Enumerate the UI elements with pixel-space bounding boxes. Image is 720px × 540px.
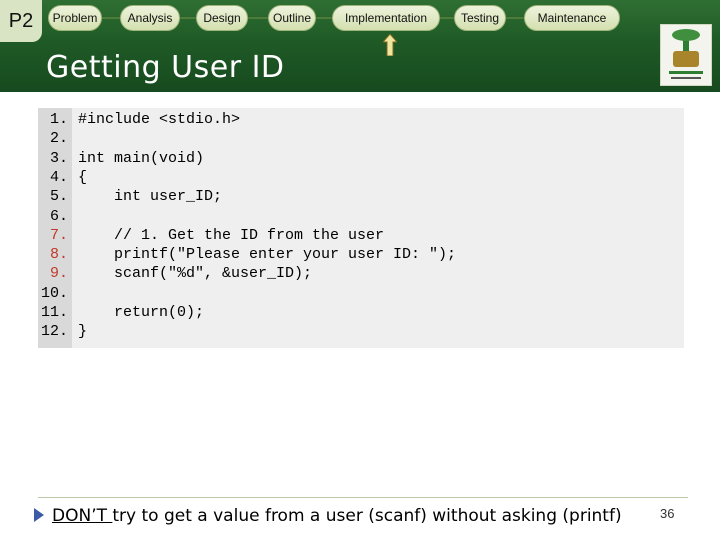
note-text: try to get a value from a user (scanf) w… bbox=[112, 506, 622, 526]
nav-outline[interactable]: Outline bbox=[268, 5, 316, 31]
code-text: int main(void) bbox=[78, 149, 205, 167]
line-number: 2. bbox=[49, 130, 68, 148]
line-number: 1. bbox=[49, 111, 68, 128]
slide-title: Getting User ID bbox=[46, 50, 285, 85]
nav-problem[interactable]: Problem bbox=[48, 5, 102, 31]
code-line: 12.} bbox=[38, 322, 87, 341]
bullet-arrow-icon bbox=[34, 508, 44, 522]
code-text: scanf("%d", &user_ID); bbox=[78, 265, 313, 283]
code-line: 1. #include <stdio.h> bbox=[38, 110, 240, 129]
code-text: int user_ID; bbox=[78, 188, 223, 206]
code-text: #include <stdio.h> bbox=[78, 111, 241, 128]
code-text: { bbox=[78, 168, 88, 186]
line-number: 9. bbox=[49, 265, 68, 283]
note-emphasis: DON’T bbox=[52, 506, 113, 526]
up-arrow-icon bbox=[383, 34, 397, 56]
line-number: 7. bbox=[49, 226, 68, 244]
nav-maintenance[interactable]: Maintenance bbox=[524, 5, 620, 31]
code-line: 6. bbox=[38, 207, 68, 226]
line-number: 4. bbox=[49, 168, 68, 186]
code-line: 9. scanf("%d", &user_ID); bbox=[38, 264, 312, 283]
line-number: 6. bbox=[49, 207, 68, 225]
footer-divider bbox=[38, 497, 688, 498]
code-line: 7. // 1. Get the ID from the user bbox=[38, 226, 384, 245]
code-line: 5. int user_ID; bbox=[38, 187, 222, 206]
code-line: 4. { bbox=[38, 168, 87, 187]
code-line: 2. bbox=[38, 129, 68, 148]
line-number: 12. bbox=[40, 323, 68, 341]
nav-testing[interactable]: Testing bbox=[454, 5, 506, 31]
line-number: 3. bbox=[49, 149, 68, 167]
line-number: 8. bbox=[49, 246, 68, 264]
code-text: // 1. Get the ID from the user bbox=[78, 226, 385, 244]
line-number: 5. bbox=[49, 188, 68, 206]
code-line: 3. int main(void) bbox=[38, 149, 204, 168]
code-text: } bbox=[78, 323, 88, 341]
section-badge: P2 bbox=[0, 0, 42, 42]
nav-implementation[interactable]: Implementation bbox=[332, 5, 440, 31]
code-line: 11. return(0); bbox=[38, 303, 204, 322]
line-number: 11. bbox=[40, 304, 68, 321]
nav-design[interactable]: Design bbox=[196, 5, 248, 31]
code-line: 10. bbox=[38, 284, 68, 303]
code-text: return(0); bbox=[78, 304, 205, 321]
line-number: 10. bbox=[40, 284, 68, 302]
code-text: printf("Please enter your user ID: "); bbox=[78, 246, 457, 264]
university-logo bbox=[660, 24, 712, 86]
footer-note: DON’T try to get a value from a user (sc… bbox=[52, 506, 622, 526]
nav-analysis[interactable]: Analysis bbox=[120, 5, 180, 31]
page-number: 36 bbox=[660, 506, 675, 521]
code-line: 8. printf("Please enter your user ID: ")… bbox=[38, 245, 456, 264]
